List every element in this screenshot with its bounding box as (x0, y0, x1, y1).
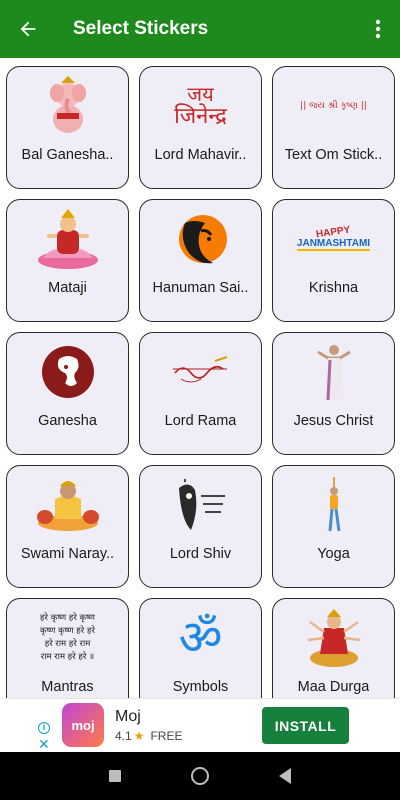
art-text-om: ॐ (178, 610, 223, 666)
recents-icon[interactable] (109, 770, 121, 782)
moj-app-logo[interactable]: moj (62, 703, 104, 747)
jesus-icon (273, 333, 394, 411)
sticker-label: Lord Shiv (169, 546, 232, 562)
sticker-pack-yoga[interactable]: Yoga (272, 465, 395, 588)
art-text-line-1: हरे कृष्ण हरे कृष्ण (40, 613, 95, 623)
ad-rating-value: 4.1 (115, 729, 132, 743)
rama-calligraphy-icon (140, 333, 261, 411)
art-text-line-3: हरे राम हरे राम (44, 639, 91, 649)
sticker-label: Yoga (317, 546, 350, 562)
sticker-pack-bal-ganesha[interactable]: Bal Ganesha.. (6, 66, 129, 189)
art-text-line-4: राम राम हरे हरे ॥ (40, 652, 95, 662)
hanuman-icon (140, 200, 261, 278)
om-symbol-icon: ॐ (140, 599, 261, 677)
app-bar: Select Stickers (0, 0, 400, 58)
moj-logo-text: moj (71, 717, 95, 733)
sticker-label: Mantras (41, 679, 94, 695)
system-nav-bar (0, 752, 400, 800)
sticker-label: Text Om Stick.. (284, 147, 383, 163)
art-text-jai-shri-krishna: || જય શ્રી કૃષ્ણ || (300, 101, 367, 111)
durga-icon (273, 599, 394, 677)
ad-price: FREE (150, 729, 183, 743)
art-text-jinendra: जिनेन्द्र (174, 104, 227, 129)
sticker-label: Mataji (48, 280, 87, 296)
install-button[interactable]: INSTALL (262, 707, 349, 744)
art-text-jai: जय (187, 82, 214, 106)
sticker-pack-lord-mahavir[interactable]: जय जिनेन्द्र Lord Mahavir.. (139, 66, 262, 189)
sticker-pack-swami-narayan[interactable]: Swami Naray.. (6, 465, 129, 588)
sticker-pack-mantras[interactable]: हरे कृष्ण हरे कृष्ण कृष्ण कृष्ण हरे हरे … (6, 598, 129, 698)
sticker-pack-symbols[interactable]: ॐ Symbols (139, 598, 262, 698)
more-vert-icon (375, 19, 381, 39)
sticker-label: Ganesha (38, 413, 97, 429)
sticker-pack-hanuman[interactable]: Hanuman Sai.. (139, 199, 262, 322)
arrow-back-icon (20, 21, 36, 37)
home-icon[interactable] (191, 767, 209, 785)
art-text-janmashtami: JANMASHTAMI (296, 238, 371, 251)
sticker-label: Jesus Christ (293, 413, 374, 429)
sticker-label: Swami Naray.. (20, 546, 115, 562)
ad-info-icon[interactable]: i (38, 722, 50, 734)
sticker-label: Maa Durga (297, 679, 370, 695)
ganesha-child-icon (7, 67, 128, 145)
star-icon: ★ (133, 729, 145, 743)
sticker-label: Bal Ganesha.. (21, 147, 114, 163)
sticker-pack-krishna[interactable]: HAPPY JANMASHTAMI Krishna (272, 199, 395, 322)
sticker-label: Symbols (172, 679, 229, 695)
sticker-pack-mataji[interactable]: Mataji (6, 199, 129, 322)
sticker-grid: Bal Ganesha.. जय जिनेन्द्र Lord Mahavir.… (0, 58, 400, 698)
sticker-pack-lord-rama[interactable]: Lord Rama (139, 332, 262, 455)
sticker-label: Hanuman Sai.. (152, 280, 249, 296)
sticker-pack-ganesha[interactable]: Ganesha (6, 332, 129, 455)
art-text-line-2: कृष्ण कृष्ण हरे हरे (40, 626, 95, 636)
ad-rating: 4.1 ★ FREE (115, 729, 182, 743)
jai-jinendra-text-icon: जय जिनेन्द्र (140, 67, 261, 145)
ad-close-icon[interactable]: ✕ (38, 736, 50, 753)
back-button[interactable] (0, 0, 56, 58)
page-title: Select Stickers (73, 18, 209, 39)
sticker-pack-jesus-christ[interactable]: Jesus Christ (272, 332, 395, 455)
sticker-pack-text-om[interactable]: || જય શ્રી કૃષ્ણ || Text Om Stick.. (272, 66, 395, 189)
mantra-text-icon: हरे कृष्ण हरे कृष्ण कृष्ण कृष्ण हरे हरे … (7, 599, 128, 677)
sticker-label: Krishna (308, 280, 359, 296)
system-back-icon[interactable] (279, 768, 291, 784)
shiva-icon (140, 466, 261, 544)
sticker-label: Lord Rama (164, 413, 237, 429)
ad-app-name[interactable]: Moj (115, 708, 141, 726)
yoga-pose-icon (273, 466, 394, 544)
swaminarayan-icon (7, 466, 128, 544)
om-text-icon: || જય શ્રી કૃષ્ણ || (273, 67, 394, 145)
more-options-button[interactable] (356, 0, 400, 58)
lakshmi-icon (7, 200, 128, 278)
ad-banner[interactable]: i ✕ moj Moj 4.1 ★ FREE INSTALL (0, 698, 400, 752)
sticker-pack-maa-durga[interactable]: Maa Durga (272, 598, 395, 698)
janmashtami-icon: HAPPY JANMASHTAMI (273, 200, 394, 278)
sticker-label: Lord Mahavir.. (154, 147, 247, 163)
ganesha-logo-icon (7, 333, 128, 411)
sticker-pack-lord-shiv[interactable]: Lord Shiv (139, 465, 262, 588)
